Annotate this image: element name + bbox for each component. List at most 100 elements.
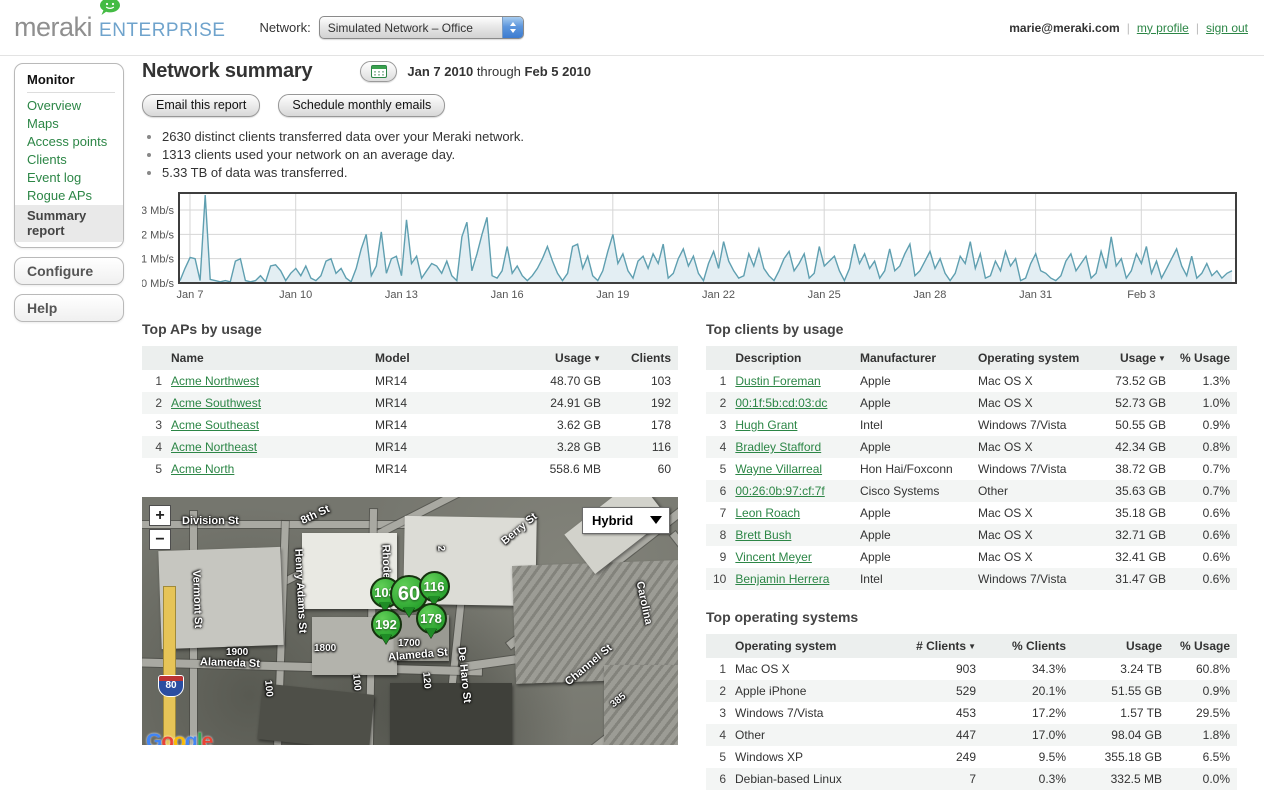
street-label: 100 bbox=[350, 674, 362, 692]
monitor-panel: Monitor OverviewMapsAccess pointsClients… bbox=[14, 63, 124, 248]
column-header--clients[interactable]: % Clients bbox=[983, 634, 1073, 658]
sidebar-item-summary-report-selected[interactable]: Summary report bbox=[15, 205, 123, 242]
cell: 0.8% bbox=[1173, 436, 1237, 458]
configure-button[interactable]: Configure bbox=[14, 257, 124, 285]
cell: 6.5% bbox=[1169, 746, 1237, 768]
ap-link[interactable]: Acme North bbox=[171, 462, 234, 476]
client-link[interactable]: Hugh Grant bbox=[735, 418, 797, 432]
client-link[interactable]: 00:26:0b:97:cf:7f bbox=[735, 484, 824, 498]
client-link[interactable]: Brett Bush bbox=[735, 528, 791, 542]
sidebar-item-event-log[interactable]: Event log bbox=[27, 170, 81, 185]
sidebar-item-clients[interactable]: Clients bbox=[27, 152, 67, 167]
schedule-emails-button[interactable]: Schedule monthly emails bbox=[278, 94, 445, 117]
cell: 38.72 GB bbox=[1091, 458, 1173, 480]
row-rank: 7 bbox=[706, 502, 728, 524]
client-link[interactable]: 00:1f:5b:cd:03:dc bbox=[735, 396, 827, 410]
sidebar-item-rogue-aps[interactable]: Rogue APs bbox=[27, 188, 92, 203]
svg-text:0 Mb/s: 0 Mb/s bbox=[142, 278, 174, 290]
cell-link: 00:1f:5b:cd:03:dc bbox=[728, 392, 853, 414]
email-report-button[interactable]: Email this report bbox=[142, 94, 260, 117]
my-profile-link[interactable]: my profile bbox=[1137, 21, 1189, 35]
cell: 355.18 GB bbox=[1073, 746, 1169, 768]
sidebar-item[interactable]: Clients bbox=[15, 151, 123, 169]
column-header-usage[interactable]: Usage▼ bbox=[1091, 346, 1173, 370]
sidebar-item-overview[interactable]: Overview bbox=[27, 98, 81, 113]
column-header-name[interactable]: Name bbox=[164, 346, 368, 370]
client-link[interactable]: Leon Roach bbox=[735, 506, 800, 520]
column-header-usage[interactable]: Usage▼ bbox=[498, 346, 608, 370]
table-row: 200:1f:5b:cd:03:dcAppleMac OS X52.73 GB1… bbox=[706, 392, 1237, 414]
column-header-description[interactable]: Description bbox=[728, 346, 853, 370]
cell-link: 00:26:0b:97:cf:7f bbox=[728, 480, 853, 502]
ap-link[interactable]: Acme Southwest bbox=[171, 396, 261, 410]
help-button[interactable]: Help bbox=[14, 294, 124, 322]
column-header--usage[interactable]: % Usage bbox=[1173, 346, 1237, 370]
sidebar-item-maps[interactable]: Maps bbox=[27, 116, 59, 131]
sidebar-item[interactable]: Access points bbox=[15, 133, 123, 151]
divider: | bbox=[1196, 21, 1199, 35]
cell-link: Wayne Villarreal bbox=[728, 458, 853, 480]
sort-desc-icon: ▼ bbox=[1158, 354, 1166, 363]
client-link[interactable]: Benjamin Herrera bbox=[735, 572, 829, 586]
sidebar-item[interactable]: Maps bbox=[15, 115, 123, 133]
google-logo-letter: G bbox=[146, 730, 161, 745]
column-header--clients[interactable]: # Clients▼ bbox=[895, 634, 983, 658]
table-row: 5Acme NorthMR14558.6 MB60 bbox=[142, 458, 678, 480]
row-rank: 5 bbox=[706, 746, 728, 768]
ap-link[interactable]: Acme Southeast bbox=[171, 418, 259, 432]
column-header-usage[interactable]: Usage bbox=[1073, 634, 1169, 658]
table-row: 4Bradley StaffordAppleMac OS X42.34 GB0.… bbox=[706, 436, 1237, 458]
table-row: 9Vincent MeyerAppleMac OS X32.41 GB0.6% bbox=[706, 546, 1237, 568]
google-logo: Google bbox=[146, 730, 212, 745]
zoom-in-button[interactable]: + bbox=[149, 505, 171, 526]
column-header-model[interactable]: Model bbox=[368, 346, 498, 370]
cell: Mac OS X bbox=[971, 436, 1091, 458]
street-label: 120 bbox=[420, 672, 432, 690]
calendar-button[interactable] bbox=[360, 61, 397, 82]
date-range: Jan 7 2010 through Feb 5 2010 bbox=[407, 64, 591, 79]
column-header-operating-system[interactable]: Operating system bbox=[728, 634, 895, 658]
map-marker-clients-116[interactable]: 116 bbox=[419, 571, 450, 602]
map-marker-clients-178[interactable]: 178 bbox=[416, 603, 447, 634]
sidebar-item[interactable]: Event log bbox=[15, 169, 123, 187]
cell: 31.47 GB bbox=[1091, 568, 1173, 590]
cell: Windows 7/Vista bbox=[728, 702, 895, 724]
cell: Other bbox=[728, 724, 895, 746]
column-header-manufacturer[interactable]: Manufacturer bbox=[853, 346, 971, 370]
ap-link[interactable]: Acme Northeast bbox=[171, 440, 257, 454]
ap-location-map[interactable]: 80 + − Hybrid Google Division St8th StVe… bbox=[142, 497, 678, 745]
client-link[interactable]: Dustin Foreman bbox=[735, 374, 820, 388]
main-content: Network summary Jan 7 2010 through Feb 5… bbox=[142, 60, 1238, 790]
cell: 0.6% bbox=[1173, 524, 1237, 546]
svg-text:Jan 13: Jan 13 bbox=[385, 289, 418, 301]
network-select[interactable]: Simulated Network – Office bbox=[319, 16, 524, 39]
sidebar-item[interactable]: Overview bbox=[15, 97, 123, 115]
client-link[interactable]: Vincent Meyer bbox=[735, 550, 811, 564]
client-link[interactable]: Bradley Stafford bbox=[735, 440, 821, 454]
svg-text:Jan 25: Jan 25 bbox=[808, 289, 841, 301]
street-label: Vermont St bbox=[190, 570, 204, 628]
column-header-clients[interactable]: Clients bbox=[608, 346, 678, 370]
map-type-selector[interactable]: Hybrid bbox=[582, 507, 670, 534]
cell-link: Leon Roach bbox=[728, 502, 853, 524]
cell: 1.8% bbox=[1169, 724, 1237, 746]
cell-link: Acme Southeast bbox=[164, 414, 368, 436]
os-section-title: Top operating systems bbox=[706, 609, 1237, 625]
zoom-out-button[interactable]: − bbox=[149, 529, 171, 550]
cell: 447 bbox=[895, 724, 983, 746]
logo-enterprise: ENTERPRISE bbox=[99, 20, 225, 42]
table-row: 1Mac OS X90334.3%3.24 TB60.8% bbox=[706, 658, 1237, 680]
cell: Apple bbox=[853, 436, 971, 458]
cell: 1.3% bbox=[1173, 370, 1237, 392]
client-link[interactable]: Wayne Villarreal bbox=[735, 462, 822, 476]
sign-out-link[interactable]: sign out bbox=[1206, 21, 1248, 35]
map-marker-clients-192[interactable]: 192 bbox=[371, 609, 402, 640]
column-header--usage[interactable]: % Usage bbox=[1169, 634, 1237, 658]
table-row: 600:26:0b:97:cf:7fCisco SystemsOther35.6… bbox=[706, 480, 1237, 502]
cell: MR14 bbox=[368, 436, 498, 458]
sidebar-item[interactable]: Rogue APs bbox=[15, 187, 123, 205]
ap-link[interactable]: Acme Northwest bbox=[171, 374, 259, 388]
column-header-operating-system[interactable]: Operating system bbox=[971, 346, 1091, 370]
sidebar-item-access-points[interactable]: Access points bbox=[27, 134, 107, 149]
svg-text:Jan 28: Jan 28 bbox=[913, 289, 946, 301]
